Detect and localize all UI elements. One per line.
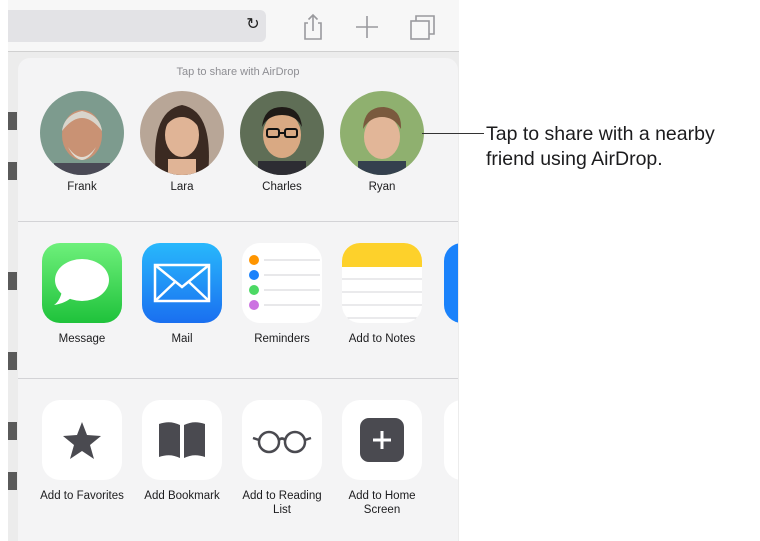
app-label: Reminders — [254, 333, 310, 345]
app-label: Mail — [171, 333, 193, 345]
add-square-icon — [342, 400, 422, 480]
page-content-fragment — [8, 112, 17, 130]
share-sheet: Tap to share with AirDrop Frank Lara Cha… — [18, 58, 458, 541]
reload-icon[interactable]: ↻ — [243, 13, 263, 37]
share-app-message[interactable]: Message — [32, 243, 132, 345]
section-divider — [18, 221, 458, 222]
page-content-fragment — [8, 422, 17, 440]
share-app-notes[interactable]: Add to Notes — [332, 243, 432, 345]
action-add-to-home-screen[interactable]: Add to Home Screen — [332, 400, 432, 517]
avatar — [140, 91, 224, 175]
device-screen: ↻ Tap to share with AirDrop Frank Lara C… — [8, 0, 459, 541]
browser-toolbar: ↻ — [8, 0, 459, 52]
page-content-fragment — [8, 352, 17, 370]
reminders-icon — [242, 243, 322, 323]
action-label: Add to Home Screen — [348, 490, 416, 516]
person-name: Lara — [170, 181, 194, 193]
page-content-fragment — [8, 472, 17, 490]
action-add-to-favorites[interactable]: Add to Favorites — [32, 400, 132, 503]
mail-icon — [142, 243, 222, 323]
app-label: Message — [58, 333, 106, 345]
airdrop-person-ryan[interactable]: Ryan — [340, 91, 424, 193]
avatar — [40, 91, 124, 175]
glasses-icon — [242, 400, 322, 480]
address-bar[interactable] — [8, 10, 266, 42]
airdrop-hint: Tap to share with AirDrop — [176, 66, 300, 78]
tabs-icon[interactable] — [408, 12, 438, 42]
share-app-mail[interactable]: Mail — [132, 243, 232, 345]
callout-leader-line — [422, 133, 484, 134]
next-action-icon[interactable] — [444, 400, 458, 480]
new-tab-icon[interactable] — [352, 12, 382, 42]
action-label: Add to Favorites — [40, 490, 124, 502]
section-divider — [18, 378, 458, 379]
star-icon — [42, 400, 122, 480]
next-app-icon[interactable] — [444, 243, 458, 323]
page-content-fragment — [8, 272, 17, 290]
airdrop-person-lara[interactable]: Lara — [140, 91, 224, 193]
action-add-to-reading-list[interactable]: Add to Reading List — [232, 400, 332, 517]
action-label: Add Bookmark — [144, 490, 220, 502]
notes-icon — [342, 243, 422, 323]
action-add-bookmark[interactable]: Add Bookmark — [132, 400, 232, 503]
person-name: Charles — [262, 181, 302, 193]
share-icon[interactable] — [298, 12, 328, 42]
share-app-reminders[interactable]: Reminders — [232, 243, 332, 345]
airdrop-callout: Tap to share with a nearby friend using … — [486, 123, 715, 170]
person-name: Frank — [67, 181, 97, 193]
app-label: Add to Notes — [348, 333, 416, 345]
avatar — [340, 91, 424, 175]
airdrop-person-charles[interactable]: Charles — [240, 91, 324, 193]
airdrop-person-frank[interactable]: Frank — [40, 91, 124, 193]
person-name: Ryan — [368, 181, 396, 193]
action-label: Add to Reading List — [242, 490, 322, 516]
book-icon — [142, 400, 222, 480]
avatar — [240, 91, 324, 175]
message-icon — [42, 243, 122, 323]
page-content-fragment — [8, 162, 17, 180]
